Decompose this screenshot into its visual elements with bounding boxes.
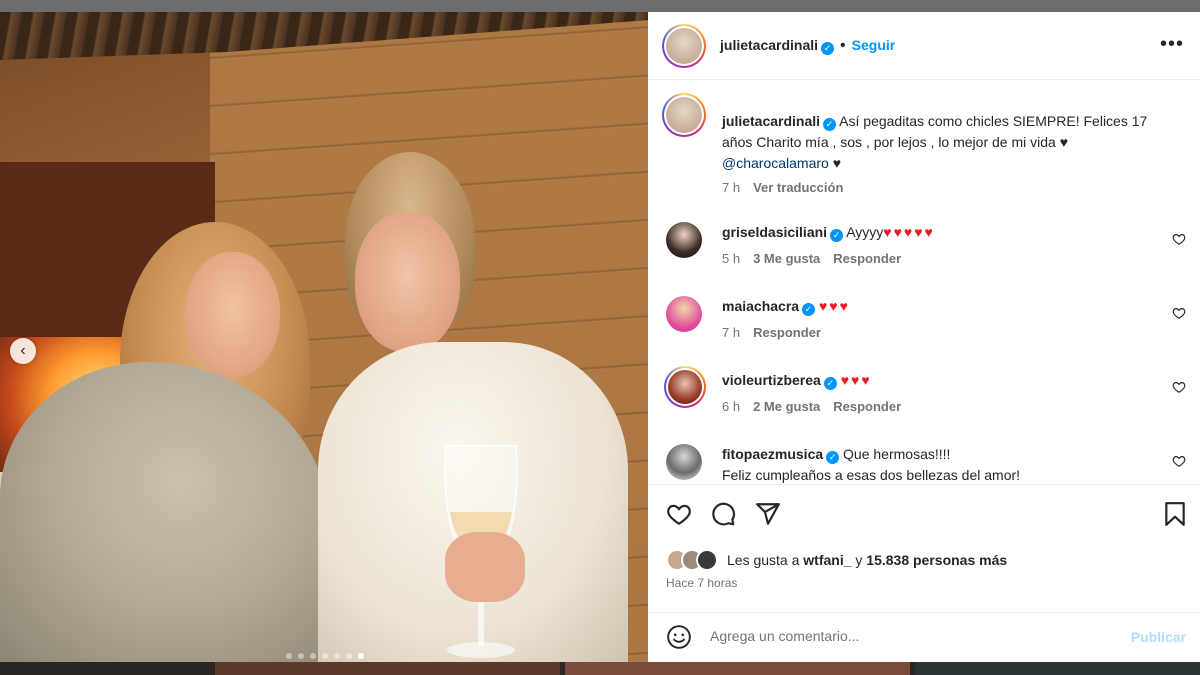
comment-username[interactable]: griseldasiciliani xyxy=(722,224,827,240)
follow-button[interactable]: Seguir xyxy=(852,37,896,53)
comment-text: Que hermosas!!!! xyxy=(843,446,951,462)
likes-count[interactable]: 15.838 personas más xyxy=(866,552,1007,568)
caption-author-avatar[interactable] xyxy=(662,93,706,137)
comment-username[interactable]: fitopaezmusica xyxy=(722,446,823,462)
verified-badge-icon: ✓ xyxy=(821,42,835,55)
post-side-panel: julietacardinali ✓ • Seguir ••• julietacard… xyxy=(648,12,1200,662)
bookmark-icon[interactable] xyxy=(1162,501,1188,527)
carousel-dots xyxy=(286,653,364,659)
comment-meta: 5 h 3 Me gusta Responder xyxy=(722,251,914,266)
commenter-avatar[interactable] xyxy=(666,296,702,332)
heart-icon[interactable] xyxy=(666,501,692,527)
likes-user[interactable]: wtfani_ xyxy=(803,552,851,568)
post-time: Hace 7 horas xyxy=(666,576,738,590)
publish-button[interactable]: Publicar xyxy=(1131,629,1186,645)
comment-hearts: ♥♥♥ xyxy=(818,298,850,314)
commenter-avatar[interactable] xyxy=(666,444,702,480)
carousel-dot xyxy=(286,653,292,659)
comment-meta: 6 h 2 Me gusta Responder xyxy=(722,399,914,414)
carousel-prev-button[interactable]: ‹ xyxy=(10,338,36,364)
caption-mention[interactable]: @charocalamaro xyxy=(722,155,829,171)
commenter-avatar[interactable] xyxy=(666,222,702,258)
comment-meta: 7 h Responder xyxy=(722,325,834,340)
carousel-dot xyxy=(346,653,352,659)
author-avatar[interactable] xyxy=(662,24,706,68)
bottom-background-strip xyxy=(0,662,1200,675)
comment-icon[interactable] xyxy=(710,501,736,527)
carousel-dot xyxy=(310,653,316,659)
woman-face xyxy=(355,212,460,352)
comment-text-block: violeurtizberea ✓ ♥♥♥ xyxy=(722,370,1162,391)
chevron-left-icon: ‹ xyxy=(20,342,26,359)
post-header: julietacardinali ✓ • Seguir ••• xyxy=(648,12,1200,80)
verified-badge-icon: ✓ xyxy=(802,303,816,316)
comment-username[interactable]: maiachacra xyxy=(722,298,799,314)
like-comment-icon[interactable] xyxy=(1172,454,1186,468)
likes-connector: y xyxy=(855,552,863,568)
comment-username[interactable]: violeurtizberea xyxy=(722,372,821,388)
send-icon[interactable] xyxy=(755,501,781,527)
comment-time: 5 h xyxy=(722,251,741,266)
comment-time: 6 h xyxy=(722,399,741,414)
comment-text-line2: Feliz cumpleaños a esas dos bellezas del… xyxy=(722,467,1021,483)
comments-list[interactable]: julietacardinali ✓ Así pegaditas como chi… xyxy=(648,80,1200,484)
caption-meta: 7 h Ver traducción xyxy=(722,180,856,195)
add-comment-bar: Publicar xyxy=(648,612,1200,662)
like-comment-icon[interactable] xyxy=(1172,380,1186,394)
comment-time: 7 h xyxy=(722,325,741,340)
comment-likes[interactable]: 2 Me gusta xyxy=(753,399,820,414)
verified-badge-icon: ✓ xyxy=(823,118,837,131)
commenter-avatar[interactable] xyxy=(664,366,706,408)
comment-text-block: griseldasiciliani ✓ Ayyyy♥♥♥♥♥ xyxy=(722,222,1162,243)
carousel-dot xyxy=(322,653,328,659)
top-background-strip xyxy=(0,0,1200,12)
carousel-dot xyxy=(358,653,364,659)
more-options-icon[interactable]: ••• xyxy=(1160,34,1184,54)
comment-text-block: maiachacra ✓ ♥♥♥ xyxy=(722,296,1162,317)
hand xyxy=(445,532,525,602)
comment-likes[interactable]: 3 Me gusta xyxy=(753,251,820,266)
emoji-icon[interactable] xyxy=(666,624,692,650)
verified-badge-icon: ✓ xyxy=(826,451,840,464)
reply-button[interactable]: Responder xyxy=(833,251,901,266)
post-photo[interactable]: ‹ xyxy=(0,12,648,662)
girl-face xyxy=(185,252,280,377)
comment-input[interactable] xyxy=(710,628,1090,644)
verified-badge-icon: ✓ xyxy=(823,377,837,390)
translate-link[interactable]: Ver traducción xyxy=(753,180,843,195)
comment-text: Ayyyy xyxy=(846,224,884,240)
comment-hearts: ♥♥♥ xyxy=(840,372,872,388)
carousel-dot xyxy=(334,653,340,659)
reply-button[interactable]: Responder xyxy=(753,325,821,340)
carousel-dot xyxy=(298,653,304,659)
separator-dot: • xyxy=(840,37,846,54)
likes-prefix: Les gusta a xyxy=(727,552,800,568)
caption-time: 7 h xyxy=(722,180,741,195)
caption-text-block: julietacardinali ✓ Así pegaditas como chi… xyxy=(722,111,1162,174)
comment-text-block: fitopaezmusica ✓ Que hermosas!!!! Feliz c… xyxy=(722,444,1162,484)
reply-button[interactable]: Responder xyxy=(833,399,901,414)
caption-heart: ♥ xyxy=(832,155,842,171)
likers-avatars xyxy=(666,549,720,571)
verified-badge-icon: ✓ xyxy=(830,229,844,242)
author-username[interactable]: julietacardinali xyxy=(720,37,818,53)
like-comment-icon[interactable] xyxy=(1172,306,1186,320)
caption-author[interactable]: julietacardinali xyxy=(722,113,820,129)
like-comment-icon[interactable] xyxy=(1172,232,1186,246)
comment-hearts: ♥♥♥♥♥ xyxy=(883,224,935,240)
